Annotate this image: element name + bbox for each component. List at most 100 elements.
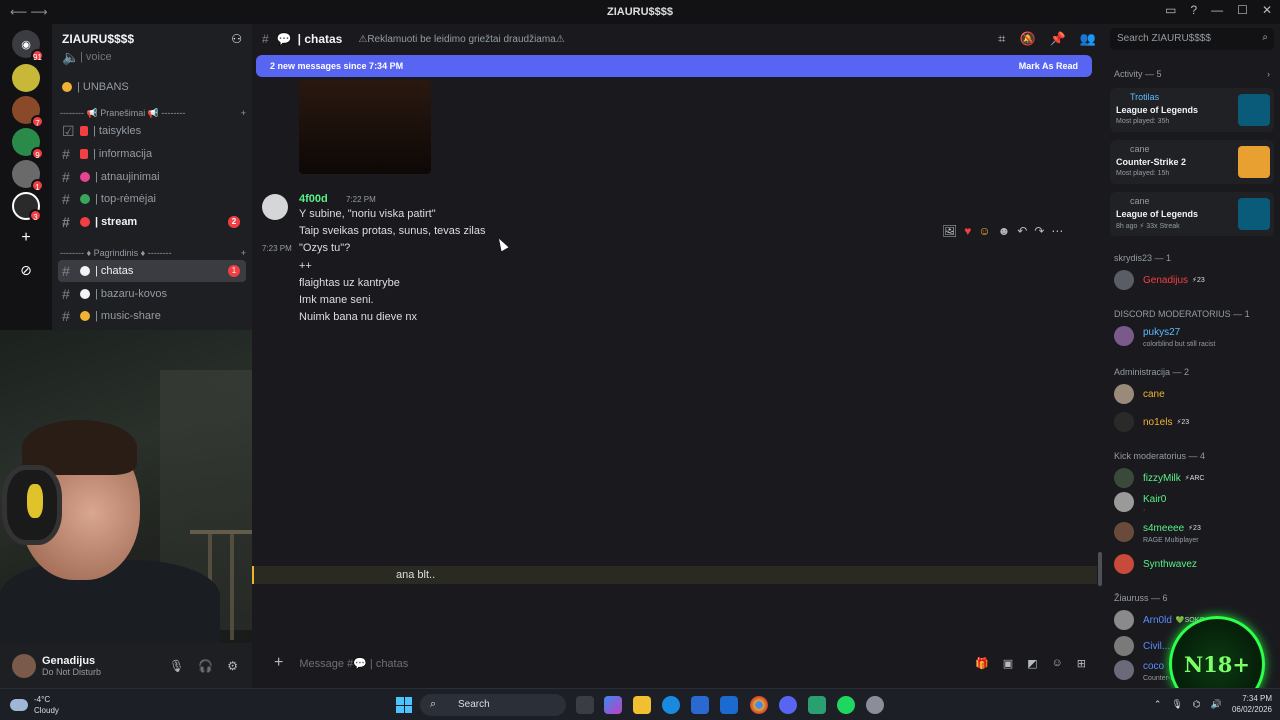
- discover-icon[interactable]: ⊘: [12, 256, 40, 284]
- activity-user: Trotilas: [1130, 92, 1160, 102]
- channel-topic[interactable]: ⚠Reklamuoti be leidimo griežtai draudžia…: [358, 34, 564, 45]
- search-input[interactable]: Search ZIAURU$$$$ ⌕: [1110, 28, 1274, 50]
- server-icon[interactable]: 1: [12, 160, 44, 192]
- gif-icon[interactable]: ▣: [1003, 657, 1013, 670]
- gear-icon[interactable]: ⚙: [227, 659, 238, 673]
- network-icon[interactable]: ⌬: [1193, 699, 1201, 710]
- discord-icon[interactable]: [779, 696, 797, 714]
- category-pagrindinis[interactable]: -------- ♦ Pagrindinis ♦ -------- +: [60, 248, 246, 258]
- server-icon[interactable]: [12, 64, 40, 92]
- edge-icon[interactable]: [662, 696, 680, 714]
- forward-icon[interactable]: ↷: [1034, 224, 1044, 238]
- image-attachment[interactable]: [299, 80, 431, 174]
- message-input[interactable]: Message #💬 | chatas: [299, 657, 408, 670]
- add-channel-icon[interactable]: +: [241, 248, 246, 258]
- member-list-icon[interactable]: 👥: [1080, 31, 1096, 47]
- spotify-icon[interactable]: [837, 696, 855, 714]
- activity-header[interactable]: Activity — 5 ›: [1114, 69, 1270, 79]
- copilot-icon[interactable]: [604, 696, 622, 714]
- app-icon[interactable]: [808, 696, 826, 714]
- server-icon-active[interactable]: 3: [12, 192, 42, 222]
- reply-icon[interactable]: ↶: [1017, 224, 1027, 238]
- weather-widget[interactable]: -4°C Cloudy: [10, 694, 59, 716]
- channel-chatas[interactable]: # | chatas 1: [58, 260, 246, 282]
- member-item[interactable]: Kair0 ·: [1114, 490, 1274, 514]
- member-item[interactable]: cane: [1114, 382, 1274, 406]
- sticker-icon[interactable]: ◩: [1027, 657, 1037, 670]
- mic-icon[interactable]: 🎙: [1171, 699, 1182, 710]
- invite-icon[interactable]: ⚇: [231, 32, 242, 46]
- role-group-header: skrydis23 — 1: [1114, 253, 1172, 263]
- member-item[interactable]: s4meeee ⚡23 RAGE Multiplayer: [1114, 520, 1274, 544]
- member-item[interactable]: no1els ⚡23: [1114, 410, 1274, 434]
- add-reaction-icon[interactable]: ☻: [998, 224, 1011, 238]
- chevron-up-icon[interactable]: ⌃: [1154, 699, 1162, 710]
- avatar[interactable]: [12, 653, 36, 678]
- activity-card[interactable]: cane League of Legends 8h ago ⚡ 33x Stre…: [1110, 192, 1274, 236]
- new-messages-bar[interactable]: 2 new messages since 7:34 PM Mark As Rea…: [256, 55, 1092, 77]
- activity-card[interactable]: Trotilas League of Legends Most played: …: [1110, 88, 1274, 132]
- smile-reaction[interactable]: ☺: [978, 224, 990, 238]
- task-view-icon[interactable]: [576, 696, 594, 714]
- member-item[interactable]: Synthwavez: [1114, 552, 1274, 576]
- member-status: ·: [1143, 507, 1146, 514]
- start-button[interactable]: [396, 697, 412, 713]
- notifications-muted-icon[interactable]: 🔕: [1019, 31, 1035, 47]
- store-icon[interactable]: [691, 696, 709, 714]
- channel-unbans[interactable]: | UNBANS: [58, 76, 246, 98]
- add-channel-icon[interactable]: +: [241, 108, 246, 119]
- taskbar-search[interactable]: ⌕ Search: [420, 694, 566, 716]
- emoji-icon[interactable]: ☺: [1052, 657, 1063, 670]
- gift-icon[interactable]: 🎁: [975, 657, 989, 670]
- avatar[interactable]: [262, 194, 288, 220]
- clock[interactable]: 7:34 PM 06/02/2026: [1232, 693, 1272, 715]
- channel-informacija[interactable]: # | informacija: [58, 143, 246, 165]
- settings-icon[interactable]: [866, 696, 884, 714]
- category-pranesimai[interactable]: -------- 📢 Pranešimai 📢 -------- +: [60, 108, 246, 119]
- channel-stream[interactable]: # | stream 2: [58, 211, 246, 233]
- server-icon[interactable]: 7: [12, 96, 44, 128]
- channel-music-share[interactable]: # | music-share: [58, 305, 246, 327]
- add-server-icon[interactable]: +: [12, 224, 40, 252]
- channel-label: | stream: [95, 216, 138, 228]
- inbox-icon[interactable]: ▭: [1165, 3, 1176, 17]
- league-of-legends-icon: [1238, 198, 1270, 230]
- message-composer[interactable]: + Message #💬 | chatas 🎁 ▣ ◩ ☺ ⊞: [260, 648, 1096, 678]
- message-line: "Ozys tu"?: [299, 242, 351, 254]
- server-icon[interactable]: 9: [12, 128, 44, 160]
- close-button[interactable]: ✕: [1262, 3, 1272, 17]
- member-name: fizzyMilk: [1143, 472, 1181, 484]
- more-icon[interactable]: ⋯: [1051, 224, 1063, 238]
- channel-bazaru-kovos[interactable]: # | bazaru-kovos: [58, 283, 246, 305]
- message-author[interactable]: 4f00d: [299, 193, 328, 205]
- member-name: cane: [1143, 388, 1165, 400]
- mark-as-read-button[interactable]: Mark As Read: [1019, 61, 1078, 71]
- pin-icon[interactable]: 📌: [1050, 31, 1066, 47]
- microphone-icon[interactable]: 🎙: [169, 659, 184, 673]
- channel-top-remejai[interactable]: # | top-rėmėjai: [58, 188, 246, 210]
- reaction-emoji[interactable]: 🖼: [942, 224, 957, 238]
- member-item[interactable]: pukys27 colorblind but still racist: [1114, 324, 1274, 348]
- direct-messages-button[interactable]: ◉ 91: [12, 30, 44, 62]
- add-attachment-icon[interactable]: +: [274, 654, 283, 672]
- channel-atnaujinimai[interactable]: # | atnaujinimai: [58, 166, 246, 188]
- channel-name: | chatas: [297, 32, 343, 46]
- channel-taisykles[interactable]: ☑ | taisykles: [58, 120, 246, 142]
- apps-icon[interactable]: ⊞: [1077, 657, 1086, 670]
- heart-reaction[interactable]: ♥: [964, 224, 971, 238]
- chrome-icon[interactable]: [750, 696, 768, 714]
- member-item[interactable]: Genadijus ⚡23: [1114, 268, 1274, 292]
- channel-voice[interactable]: 🔈 | voice: [58, 46, 246, 68]
- file-explorer-icon[interactable]: [633, 696, 651, 714]
- headphones-icon[interactable]: 🎧: [198, 659, 213, 673]
- minimize-button[interactable]: —: [1211, 3, 1223, 17]
- scrollbar[interactable]: [1098, 552, 1102, 586]
- maximize-button[interactable]: ☐: [1237, 3, 1248, 17]
- threads-icon[interactable]: ⌗: [998, 31, 1005, 47]
- activity-card[interactable]: cane Counter-Strike 2 Most played: 15h: [1110, 140, 1274, 184]
- member-item[interactable]: fizzyMilk ⚡ARC: [1114, 466, 1274, 490]
- help-icon[interactable]: ?: [1190, 3, 1197, 17]
- mail-icon[interactable]: [720, 696, 738, 714]
- volume-icon[interactable]: 🔊: [1211, 699, 1222, 710]
- message-line: Imk mane seni.: [299, 294, 374, 306]
